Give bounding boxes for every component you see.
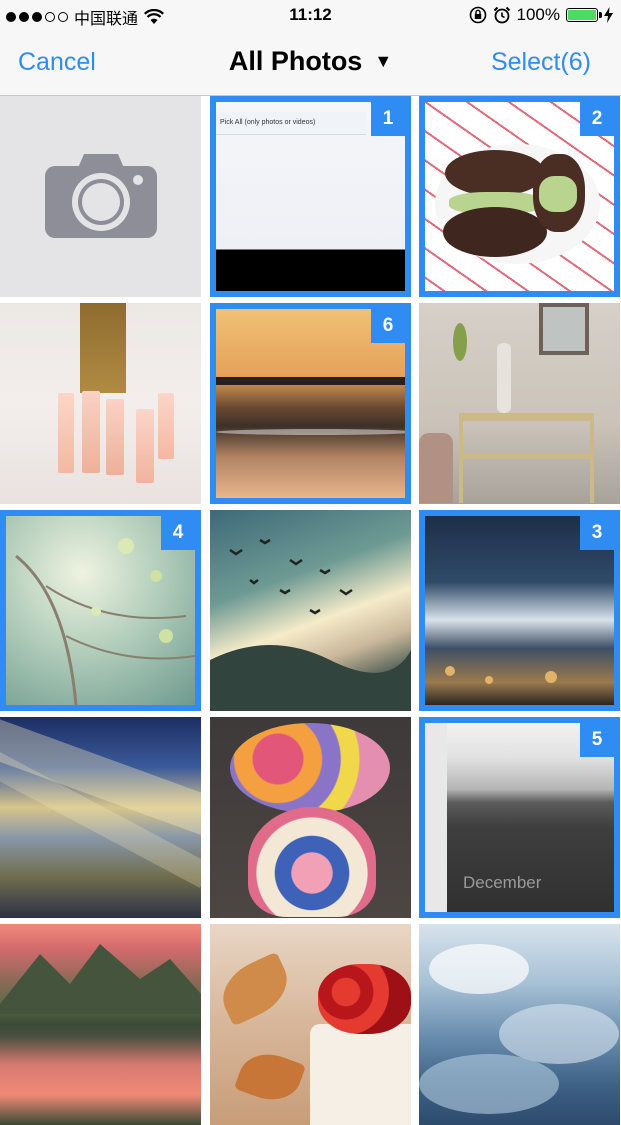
status-right: 100% [469,5,613,25]
photo-app-screenshot[interactable]: Pick All (only photos or videos) 1 [210,96,411,297]
status-bar: 中国联通 11:12 100% [0,0,621,32]
camera-icon [45,154,157,238]
photo-champagne-glasses[interactable] [0,303,201,504]
selection-badge: 6 [371,309,405,343]
selection-badge: 4 [161,516,195,550]
cloud [499,1004,619,1064]
screenshot-toolbar: Pick All (only photos or videos) [216,112,366,135]
bokeh [445,666,455,676]
page-edge [425,723,447,912]
selection-badge: 1 [371,102,405,136]
glass [136,409,154,483]
photo-cherries-leaves[interactable] [210,924,411,1125]
table-shelf [459,453,594,459]
bokeh [485,676,493,684]
glass [82,391,100,473]
bowl [310,1024,411,1125]
select-button[interactable]: Select(6) [491,48,591,77]
charging-bolt-icon [604,7,613,23]
glass [58,393,74,473]
birds-illustration [210,538,411,711]
battery-percent: 100% [516,5,560,24]
vase [497,343,511,413]
camera-tile[interactable] [0,96,201,297]
glass [158,393,174,459]
armchair [419,433,453,503]
photo-birds-sunrise[interactable] [210,510,411,711]
cookie-bottom [443,207,547,257]
dropdown-caret-icon: ▼ [374,51,393,71]
alarm-icon [493,6,510,24]
vase [248,807,376,917]
table-top [459,413,594,421]
ice-cream-side [539,176,577,212]
cherries [318,964,411,1034]
battery-icon [566,8,602,22]
photo-flower-vase[interactable] [210,717,411,918]
table-leg [459,413,463,503]
plant [453,323,467,361]
photo-spring-branches[interactable]: 4 [0,510,201,711]
table-leg [590,413,594,503]
cloud [419,1054,559,1114]
bottle [80,303,126,393]
cookie-top [445,150,545,196]
navigation-bar: Cancel All Photos ▼ Select(6) [0,32,621,96]
rotation-lock-icon [469,6,486,24]
album-title: All Photos [228,46,363,76]
wave-foam [216,429,405,435]
selection-badge: 5 [580,723,614,757]
photo-december-field[interactable]: December 5 [419,717,620,918]
selection-badge: 3 [580,516,614,550]
cloud [429,944,529,994]
battery-level [568,10,596,20]
wall-frame [539,303,589,355]
photo-ocean-wave[interactable]: 3 [419,510,620,711]
mountains-illustration [0,944,201,1014]
photo-sun-rays-clouds[interactable] [0,717,201,918]
bokeh [545,671,557,683]
selection-badge: 2 [580,102,614,136]
screenshot-caption: Pick All (only photos or videos) [220,119,316,126]
glass [106,399,124,475]
december-caption: December [463,873,542,892]
flowers [230,723,390,813]
photo-console-table[interactable] [419,303,620,504]
photo-mountain-lake[interactable] [0,924,201,1125]
photo-sky-clouds[interactable] [419,924,620,1125]
photo-pier-sunset[interactable]: 6 [210,303,411,504]
pier [216,377,405,385]
photo-ice-cream-sandwich[interactable]: 2 [419,96,620,297]
